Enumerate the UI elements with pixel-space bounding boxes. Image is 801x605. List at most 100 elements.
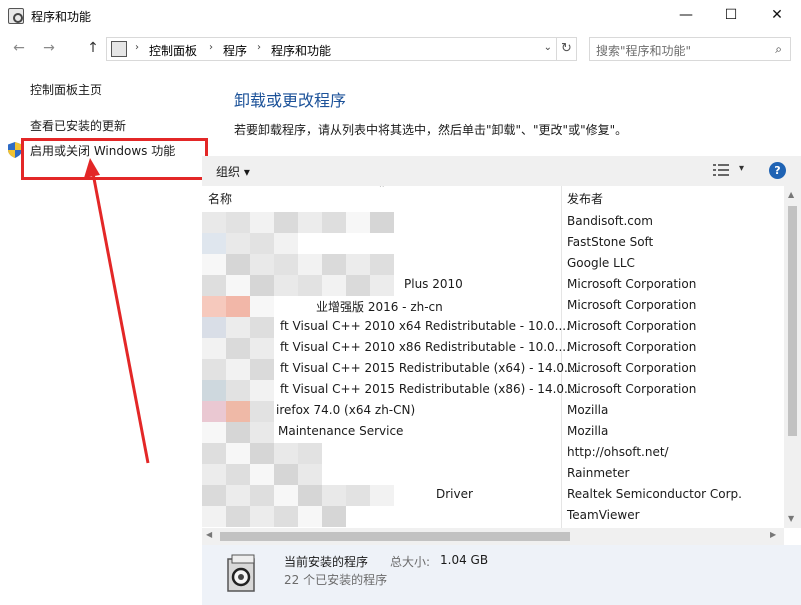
- publisher-cell: Microsoft Corporation: [567, 340, 697, 354]
- sidebar-item-view-installed-updates[interactable]: 查看已安装的更新: [30, 117, 126, 134]
- publisher-cell: Realtek Semiconductor Corp.: [567, 487, 742, 501]
- mosaic-tile: [226, 338, 250, 359]
- mosaic-tile: [322, 212, 346, 233]
- mosaic-tile: [226, 212, 250, 233]
- refresh-icon[interactable]: ↻: [557, 37, 577, 61]
- installed-programs-icon: [227, 554, 255, 592]
- mosaic-tile: [370, 485, 394, 506]
- scroll-left-arrow-icon[interactable]: ◀: [206, 530, 212, 539]
- mosaic-tile: [226, 359, 250, 380]
- mosaic-tile: [226, 464, 250, 485]
- mosaic-tile: [226, 317, 250, 338]
- publisher-cell: Bandisoft.com: [567, 214, 653, 228]
- table-row[interactable]: Maintenance Service Mozilla: [202, 422, 784, 443]
- mosaic-tile: [274, 485, 298, 506]
- mosaic-tile: [202, 443, 226, 464]
- search-icon[interactable]: ⌕: [775, 42, 782, 57]
- mosaic-tile: [274, 254, 298, 275]
- publisher-cell: Microsoft Corporation: [567, 277, 697, 291]
- horizontal-scroll-thumb[interactable]: [220, 532, 570, 541]
- scroll-down-arrow-icon[interactable]: ▼: [788, 514, 794, 523]
- mosaic-tile: [202, 338, 226, 359]
- breadcrumb-programs[interactable]: 程序: [223, 42, 247, 59]
- mosaic-tile: [202, 317, 226, 338]
- publisher-cell: Microsoft Corporation: [567, 361, 697, 375]
- horizontal-scrollbar[interactable]: ◀ ▶: [202, 528, 784, 545]
- vertical-scroll-thumb[interactable]: [788, 206, 797, 436]
- mosaic-tile: [202, 212, 226, 233]
- back-arrow-icon[interactable]: ←: [10, 39, 28, 57]
- mosaic-tile: [274, 275, 298, 296]
- window-title: 程序和功能: [31, 10, 92, 24]
- mosaic-tile: [250, 443, 274, 464]
- mosaic-tile: [298, 443, 322, 464]
- table-row[interactable]: irefox 74.0 (x64 zh-CN) Mozilla: [202, 401, 784, 422]
- help-icon[interactable]: ?: [769, 162, 786, 179]
- table-row[interactable]: ft Visual C++ 2015 Redistributable (x64)…: [202, 359, 784, 380]
- mosaic-tile: [226, 422, 250, 443]
- mosaic-tile: [322, 275, 346, 296]
- view-options-icon[interactable]: [713, 164, 729, 177]
- table-row[interactable]: ft Visual C++ 2010 x64 Redistributable -…: [202, 317, 784, 338]
- mosaic-tile: [274, 212, 298, 233]
- organize-menu-button[interactable]: 组织 ▾: [216, 163, 250, 180]
- address-bar[interactable]: › 控制面板 › 程序 › 程序和功能 ⌄: [106, 37, 557, 61]
- sidebar-item-control-panel-home[interactable]: 控制面板主页: [30, 81, 102, 98]
- table-row[interactable]: 业增强版 2016 - zh-cn Microsoft Corporation: [202, 296, 784, 317]
- mosaic-tile: [226, 485, 250, 506]
- breadcrumb-control-panel[interactable]: 控制面板: [149, 42, 197, 59]
- mosaic-tile: [226, 233, 250, 254]
- publisher-cell: FastStone Soft: [567, 235, 654, 249]
- title-bar: 程序和功能 — ☐ ✕: [0, 0, 801, 32]
- mosaic-tile: [298, 485, 322, 506]
- mosaic-tile: [226, 401, 250, 422]
- mosaic-tile: [202, 401, 226, 422]
- mosaic-tile: [202, 422, 226, 443]
- table-row[interactable]: ft Visual C++ 2015 Redistributable (x86)…: [202, 380, 784, 401]
- view-dropdown-chevron-icon[interactable]: ▾: [739, 163, 744, 174]
- search-input[interactable]: 搜索"程序和功能" ⌕: [589, 37, 791, 61]
- breadcrumb-separator: ›: [209, 42, 213, 53]
- chevron-down-icon[interactable]: ⌄: [544, 42, 552, 53]
- mosaic-tile: [298, 212, 322, 233]
- mosaic-tile: [298, 506, 322, 527]
- vertical-scrollbar[interactable]: ▲ ▼: [784, 186, 801, 528]
- forward-arrow-icon[interactable]: →: [40, 39, 58, 57]
- breadcrumb-programs-features[interactable]: 程序和功能: [271, 42, 331, 59]
- minimize-button[interactable]: —: [663, 0, 709, 30]
- scroll-right-arrow-icon[interactable]: ▶: [770, 530, 776, 539]
- mosaic-tile: [346, 275, 370, 296]
- mosaic-tile: [202, 275, 226, 296]
- highlight-box: [21, 138, 208, 180]
- mosaic-tile: [226, 443, 250, 464]
- mosaic-tile: [298, 464, 322, 485]
- mosaic-tile: [250, 233, 274, 254]
- search-placeholder: 搜索"程序和功能": [596, 44, 692, 58]
- scroll-up-arrow-icon[interactable]: ▲: [788, 190, 794, 199]
- status-bar: 当前安装的程序 总大小: 1.04 GB 22 个已安装的程序: [202, 545, 801, 605]
- column-header-name[interactable]: 名称: [208, 186, 232, 212]
- up-arrow-icon[interactable]: ↑: [84, 39, 102, 57]
- close-button[interactable]: ✕: [754, 0, 800, 30]
- mosaic-tile: [274, 233, 298, 254]
- mosaic-tile: [298, 254, 322, 275]
- mosaic-tile: [274, 506, 298, 527]
- mosaic-tile: [250, 464, 274, 485]
- publisher-cell: Microsoft Corporation: [567, 382, 697, 396]
- column-header-publisher[interactable]: 发布者: [567, 186, 603, 212]
- table-row[interactable]: ft Visual C++ 2010 x86 Redistributable -…: [202, 338, 784, 359]
- page-title: 卸载或更改程序: [234, 91, 347, 110]
- maximize-button[interactable]: ☐: [708, 0, 754, 30]
- breadcrumb-separator: ›: [257, 42, 261, 53]
- mosaic-tile: [250, 317, 274, 338]
- mosaic-tile: [202, 359, 226, 380]
- programs-list: ⌃ 名称 发布者 Bandisoft.com FastStone Soft Goog…: [202, 186, 784, 528]
- total-size-label: 总大小:: [390, 555, 431, 569]
- page-description: 若要卸载程序，请从列表中将其选中，然后单击"卸载"、"更改"或"修复"。: [234, 123, 628, 137]
- mosaic-tile: [202, 485, 226, 506]
- mosaic-tile: [274, 443, 298, 464]
- breadcrumb-separator: ›: [135, 42, 139, 53]
- publisher-cell: Microsoft Corporation: [567, 319, 697, 333]
- mosaic-tile: [202, 464, 226, 485]
- mosaic-tile: [202, 254, 226, 275]
